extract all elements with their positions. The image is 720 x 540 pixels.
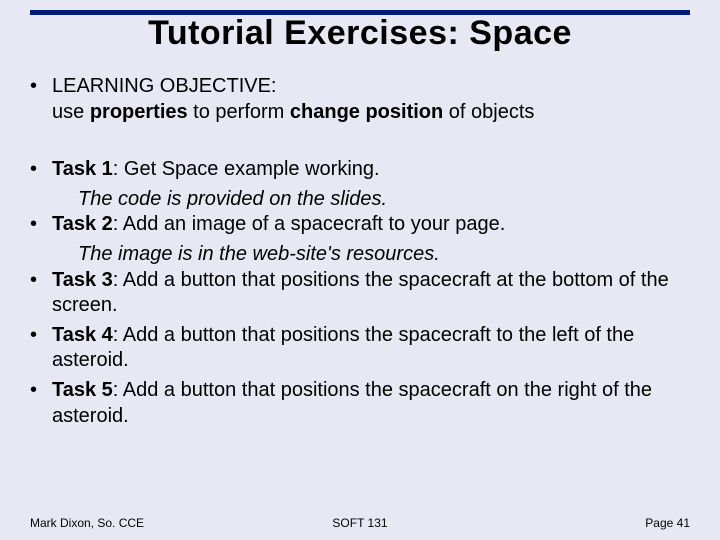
task-label: Task 3 bbox=[52, 269, 113, 291]
footer-right: Page 41 bbox=[645, 516, 690, 530]
lo-text: LEARNING OBJECTIVE: use properties to pe… bbox=[52, 74, 690, 125]
task-2: • Task 2: Add an image of a spacecraft t… bbox=[30, 212, 690, 238]
content-area: • LEARNING OBJECTIVE: use properties to … bbox=[30, 74, 690, 433]
task-label: Task 4 bbox=[52, 324, 113, 346]
task-body: : Add a button that positions the spacec… bbox=[52, 379, 652, 427]
lo-b2: change position bbox=[290, 101, 443, 123]
task-4: • Task 4: Add a button that positions th… bbox=[30, 323, 690, 374]
lo-pre: use bbox=[52, 101, 90, 123]
task-text: Task 1: Get Space example working. bbox=[52, 157, 690, 183]
task-body: : Add an image of a spacecraft to your p… bbox=[113, 213, 505, 235]
task-1: • Task 1: Get Space example working. bbox=[30, 157, 690, 183]
lo-mid: to perform bbox=[188, 101, 290, 123]
task-2-sub: The image is in the web-site's resources… bbox=[30, 242, 690, 268]
bullet-dot: • bbox=[30, 268, 52, 319]
slide-title: Tutorial Exercises: Space bbox=[0, 14, 720, 53]
bullet-dot: • bbox=[30, 323, 52, 374]
slide: Tutorial Exercises: Space • LEARNING OBJ… bbox=[0, 0, 720, 540]
spacer bbox=[30, 129, 690, 157]
footer: Mark Dixon, So. CCE SOFT 131 Page 41 bbox=[30, 516, 690, 530]
task-1-sub: The code is provided on the slides. bbox=[30, 187, 690, 213]
task-label: Task 1 bbox=[52, 158, 113, 180]
task-body: : Add a button that positions the spacec… bbox=[52, 269, 669, 317]
task-text: Task 5: Add a button that positions the … bbox=[52, 378, 690, 429]
task-3: • Task 3: Add a button that positions th… bbox=[30, 268, 690, 319]
task-text: Task 4: Add a button that positions the … bbox=[52, 323, 690, 374]
task-body: : Add a button that positions the spacec… bbox=[52, 324, 634, 372]
footer-left: Mark Dixon, So. CCE bbox=[30, 516, 144, 530]
lo-label: LEARNING OBJECTIVE: bbox=[52, 75, 277, 97]
task-body: : Get Space example working. bbox=[113, 158, 380, 180]
lo-bullet: • LEARNING OBJECTIVE: use properties to … bbox=[30, 74, 690, 125]
task-label: Task 2 bbox=[52, 213, 113, 235]
bullet-dot: • bbox=[30, 157, 52, 183]
bullet-dot: • bbox=[30, 212, 52, 238]
lo-b1: properties bbox=[90, 101, 188, 123]
task-text: Task 3: Add a button that positions the … bbox=[52, 268, 690, 319]
task-text: Task 2: Add an image of a spacecraft to … bbox=[52, 212, 690, 238]
bullet-dot: • bbox=[30, 378, 52, 429]
task-label: Task 5 bbox=[52, 379, 113, 401]
bullet-dot: • bbox=[30, 74, 52, 125]
task-5: • Task 5: Add a button that positions th… bbox=[30, 378, 690, 429]
lo-post: of objects bbox=[443, 101, 534, 123]
